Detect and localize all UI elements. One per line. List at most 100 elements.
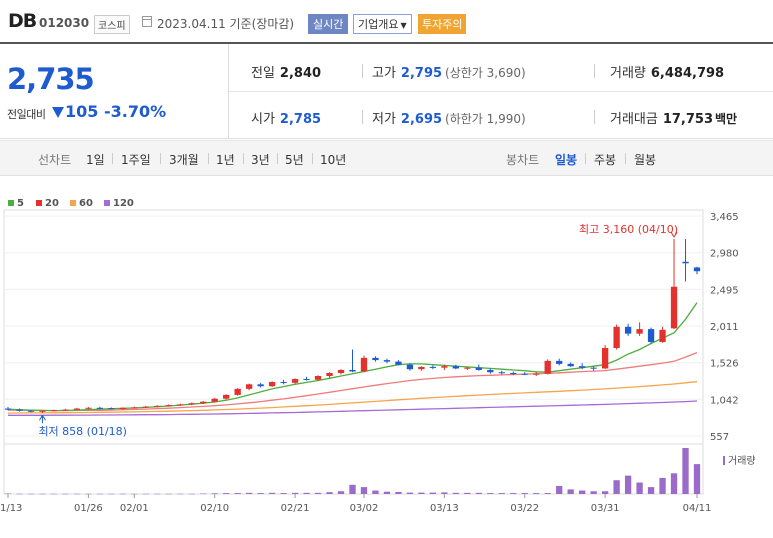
x-tick-label: 02/21 (281, 503, 310, 514)
volume-bar (211, 493, 218, 494)
volume-bar (177, 493, 184, 495)
candle-body (73, 408, 81, 410)
volume-bar (73, 493, 81, 495)
candle-body (119, 407, 126, 409)
candle (601, 344, 609, 370)
volume-bar (257, 493, 264, 494)
candle-body (510, 372, 517, 374)
x-tick-label: 02/01 (120, 503, 149, 514)
candle-daily[interactable]: 일봉 (555, 151, 577, 168)
realtime-button[interactable]: 실시간 (308, 14, 349, 34)
candle-body (429, 366, 437, 368)
max-annotation: 최고 3,160 (04/10) (579, 223, 678, 236)
volume-bar (131, 493, 138, 495)
candle (452, 364, 460, 370)
divider (362, 110, 363, 124)
volume-bar (452, 492, 460, 494)
candle-body (337, 369, 345, 373)
volume-bar (245, 492, 253, 494)
candle-body (659, 329, 666, 342)
volume-bar (498, 493, 505, 494)
candle-body (670, 286, 678, 329)
candle-body (245, 384, 253, 389)
candle-body (395, 361, 402, 365)
stat-amount-unit: 백만 (715, 112, 738, 126)
divider (277, 153, 278, 164)
candle-weekly[interactable]: 주봉 (594, 151, 616, 168)
volume-bar (154, 493, 161, 495)
line-chart-label: 선차트 (38, 153, 72, 167)
candle-body (590, 367, 597, 369)
candle-body (291, 379, 299, 383)
candle-body (533, 373, 540, 375)
period-1y[interactable]: 1년 (216, 151, 235, 168)
candle (349, 349, 356, 373)
company-overview-label: 기업개요 (358, 18, 399, 31)
volume-bar (268, 492, 276, 494)
candle (96, 406, 104, 409)
candle-monthly[interactable]: 월봉 (634, 151, 656, 168)
volume-bar (349, 484, 356, 494)
volume-bar (567, 489, 574, 494)
volume-bar (62, 493, 69, 495)
candle-body (556, 360, 563, 364)
min-annotation: 최저 858 (01/18) (38, 425, 127, 438)
period-3y[interactable]: 3년 (251, 151, 270, 168)
y-tick-label: 2,495 (710, 285, 739, 296)
volume-bar (693, 464, 701, 494)
candle-body (62, 409, 69, 411)
candle (360, 355, 368, 373)
candle-body (544, 360, 551, 374)
candle (693, 266, 701, 275)
candle-body (27, 410, 35, 412)
company-overview-dropdown[interactable]: 기업개요 ▼ (353, 14, 412, 34)
candle (418, 366, 425, 371)
volume-bar (441, 492, 448, 494)
volume-bar (647, 487, 655, 494)
period-3m[interactable]: 3개월 (169, 151, 199, 168)
volume-bar (337, 491, 345, 494)
divider (160, 153, 161, 164)
candle (372, 356, 379, 362)
volume-bar (223, 493, 230, 494)
candle (280, 379, 287, 385)
candle-body (108, 408, 115, 410)
candle-body (303, 379, 310, 381)
volume-bar (613, 480, 620, 494)
volume-bar (314, 492, 322, 494)
period-1d[interactable]: 1일 (86, 151, 105, 168)
candle (613, 324, 620, 350)
volume-bar (579, 490, 586, 494)
candle-body (521, 373, 528, 375)
date-text: 2023.04.11 기준(장마감) (157, 17, 295, 31)
candle-chart-label: 봉차트 (506, 153, 540, 167)
period-1w[interactable]: 1주일 (121, 151, 151, 168)
candle-body (314, 376, 322, 380)
y-tick-label: 2,980 (710, 249, 739, 260)
candle (395, 360, 402, 366)
change-value: 105 (65, 102, 99, 121)
market-badge: 코스피 (94, 15, 130, 34)
candle-body (406, 364, 414, 370)
volume-bar (85, 493, 92, 495)
period-10y[interactable]: 10년 (320, 151, 346, 168)
divider (594, 110, 595, 124)
candle (636, 322, 643, 336)
volume-bar (4, 493, 12, 495)
candle-body (188, 403, 195, 405)
volume-bar (200, 493, 207, 495)
volume-bar (429, 492, 437, 494)
candlestick-chart: 3,465 2,980 2,495 2,011 1,526 1,042 557 01/13 01… (0, 209, 756, 514)
volume-bar (360, 487, 368, 494)
volume-bar (383, 491, 391, 494)
candle-body (16, 409, 23, 411)
divider (243, 153, 244, 164)
volume-bar (108, 493, 115, 495)
volume-bar (659, 477, 666, 494)
stat-low: 저가 2,695 (하한가 1,990) (372, 108, 526, 127)
candle (245, 383, 253, 391)
min-arrow (39, 414, 46, 424)
candle (544, 359, 551, 375)
y-tick-label: 2,011 (710, 322, 739, 333)
period-5y[interactable]: 5년 (285, 151, 304, 168)
